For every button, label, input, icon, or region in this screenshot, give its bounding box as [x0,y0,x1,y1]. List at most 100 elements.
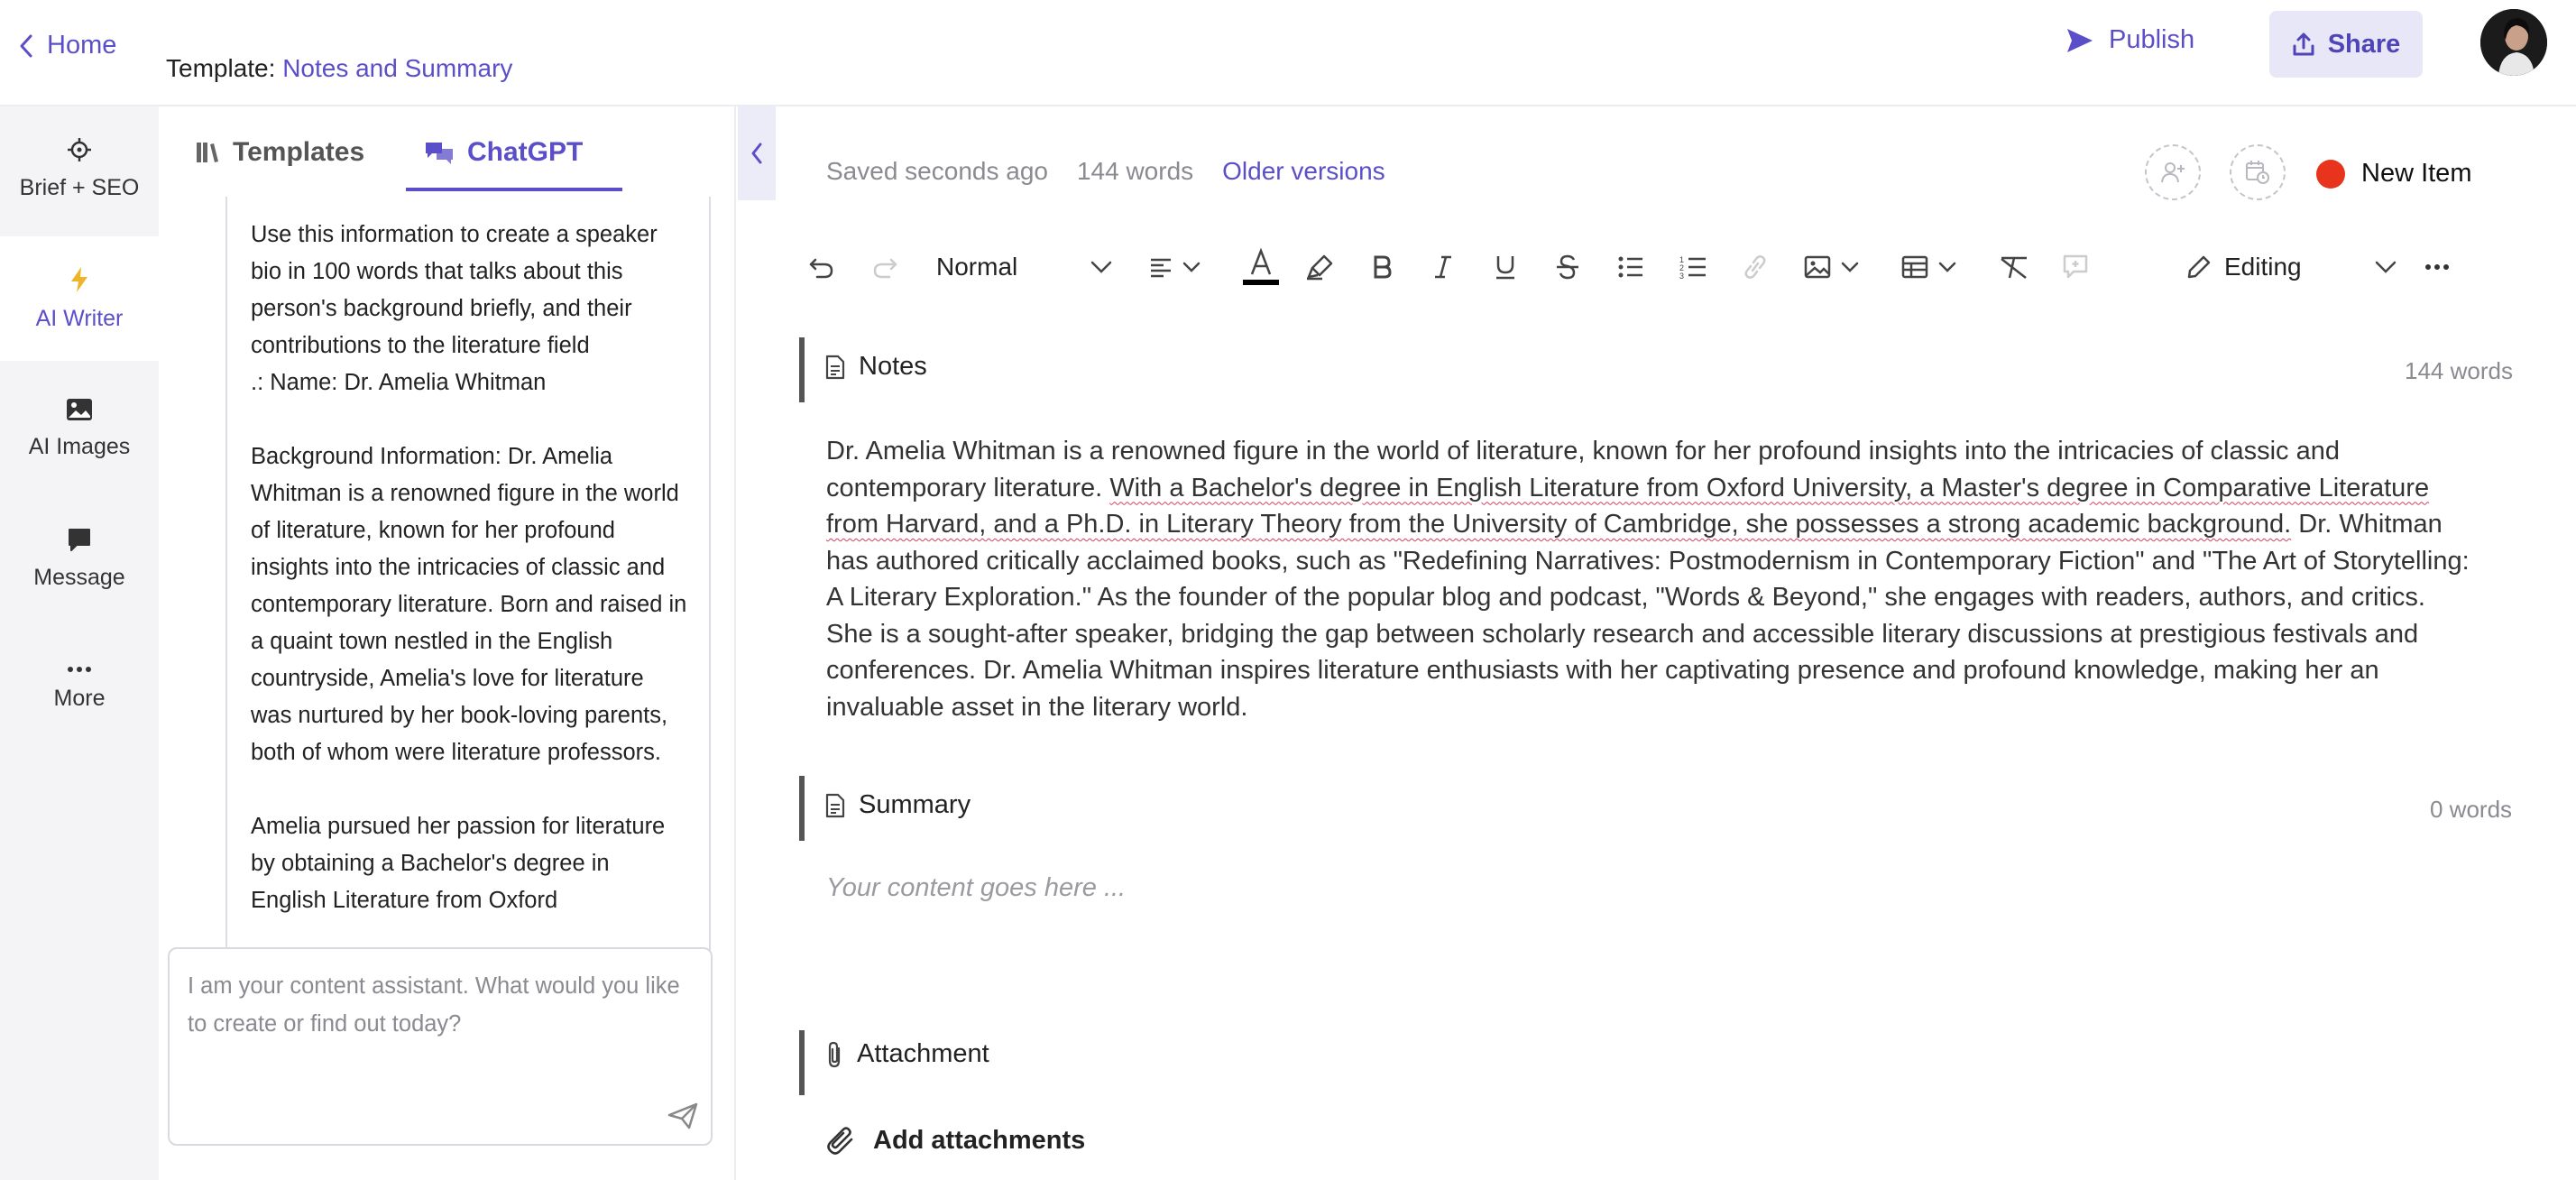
notes-editor[interactable]: Dr. Amelia Whitman is a renowned figure … [826,433,2477,725]
rail-item-label: More [53,685,106,711]
notes-section-header: Notes [824,352,927,382]
share-button[interactable]: Share [2269,11,2423,78]
calendar-clock-icon [2244,159,2271,186]
highlight-button[interactable] [1306,247,1335,287]
prompt-box[interactable] [168,947,713,1146]
underline-button[interactable] [1494,247,1517,287]
avatar[interactable] [2480,9,2547,76]
chat-history[interactable]: Use this information to create a speaker… [225,197,711,1052]
upload-icon [2292,32,2315,57]
chevron-down-icon [1090,260,1113,274]
ellipsis-icon [67,666,92,673]
tab-label: Templates [233,137,365,167]
editor-toolbar: Normal 123 Editing [808,242,2450,292]
collapse-panel-button[interactable] [738,106,776,200]
bullet-list-button[interactable] [1618,247,1643,287]
word-count: 144 words [1076,157,1194,185]
section-marker [799,337,805,402]
underline-icon [1494,254,1517,281]
bold-icon [1371,254,1393,280]
bold-button[interactable] [1371,247,1393,287]
rail-item-ai-images[interactable]: AI Images [0,366,159,491]
link-icon [1741,255,1770,279]
text-color-button[interactable] [1243,247,1279,287]
comment-button[interactable] [2062,247,2089,287]
italic-button[interactable] [1432,247,1454,287]
schedule-button[interactable] [2230,144,2286,200]
tab-templates[interactable]: Templates [195,137,364,168]
strikethrough-icon [1555,254,1580,281]
paperclip-icon [824,1041,844,1068]
lightning-icon [69,266,90,293]
crosshair-icon [67,137,92,162]
chat-message: Use this information to create a speaker… [251,222,687,913]
undo-icon [808,254,835,280]
font-color-icon [1243,247,1279,287]
image-icon [66,398,93,421]
add-attachments-button[interactable]: Add attachments [824,1126,1085,1156]
summary-section-header: Summary [824,790,971,820]
strikethrough-button[interactable] [1555,247,1580,287]
send-icon [2065,27,2094,54]
status-label: New Item [2361,159,2472,188]
section-title: Attachment [857,1039,989,1068]
insert-image-select[interactable] [1804,247,1860,287]
rail-item-more[interactable]: More [0,626,159,751]
template-name[interactable]: Notes and Summary [282,54,512,82]
section-marker [799,1030,805,1095]
comment-icon [2062,254,2089,281]
rail-item-label: Brief + SEO [19,174,140,200]
status-select[interactable]: New Item [2316,159,2471,189]
italic-icon [1432,254,1454,280]
section-title: Summary [859,790,971,819]
undo-button[interactable] [808,247,835,287]
rail-item-brief-seo[interactable]: Brief + SEO [0,106,159,231]
clear-format-icon [1999,254,2029,280]
link-button[interactable] [1741,247,1770,287]
section-title: Notes [859,352,927,381]
tab-chatgpt[interactable]: ChatGPT [424,137,583,168]
editing-mode-select[interactable]: Editing [2186,247,2403,287]
publish-button[interactable]: Publish [2065,25,2194,55]
rail-item-ai-writer[interactable]: AI Writer [0,236,159,361]
share-label: Share [2327,29,2401,59]
document-icon [824,793,846,818]
active-tab-indicator [406,188,622,191]
assign-user-button[interactable] [2145,144,2201,200]
bullet-list-icon [1618,255,1643,279]
add-user-icon [2159,160,2186,185]
more-options-button[interactable] [2424,247,2450,287]
clear-format-button[interactable] [1999,247,2029,287]
chevron-down-icon [1840,261,1860,273]
template-indicator: Template: Notes and Summary [166,54,512,83]
home-label: Home [47,31,117,60]
prompt-input[interactable] [188,967,693,1093]
paragraph-style-value: Normal [936,253,1018,281]
highlighter-icon [1306,254,1335,281]
table-icon [1901,255,1928,279]
svg-text:3: 3 [1679,272,1684,280]
paragraph-style-select[interactable]: Normal [936,247,1117,287]
send-button[interactable] [667,1102,698,1129]
chat-bubble-icon [67,527,92,552]
notes-text: Dr. Whitman has authored critically accl… [826,510,2470,722]
summary-editor[interactable]: Your content goes here ... [826,873,1126,903]
rail-item-message[interactable]: Message [0,496,159,621]
home-link[interactable]: Home [18,31,116,60]
section-marker [799,776,805,841]
saved-status: Saved seconds ago [826,157,1048,185]
older-versions-link[interactable]: Older versions [1222,157,1385,186]
panel-tabs: Templates ChatGPT [159,106,736,191]
rail-item-label: Message [33,564,125,590]
top-bar: Home Template: Notes and Summary Publish… [0,0,2576,106]
align-select[interactable] [1149,247,1201,287]
redo-button[interactable] [871,247,898,287]
summary-word-count: 0 words [2430,796,2513,823]
add-attachments-label: Add attachments [873,1126,1086,1155]
rail-item-label: AI Images [28,433,131,459]
numbered-list-button[interactable]: 123 [1679,247,1707,287]
editing-mode-value: Editing [2224,253,2302,281]
document-meta: Saved seconds ago 144 words Older versio… [826,157,1385,186]
assistant-panel: Templates ChatGPT Use this information t… [159,106,736,1180]
insert-table-select[interactable] [1901,247,1957,287]
